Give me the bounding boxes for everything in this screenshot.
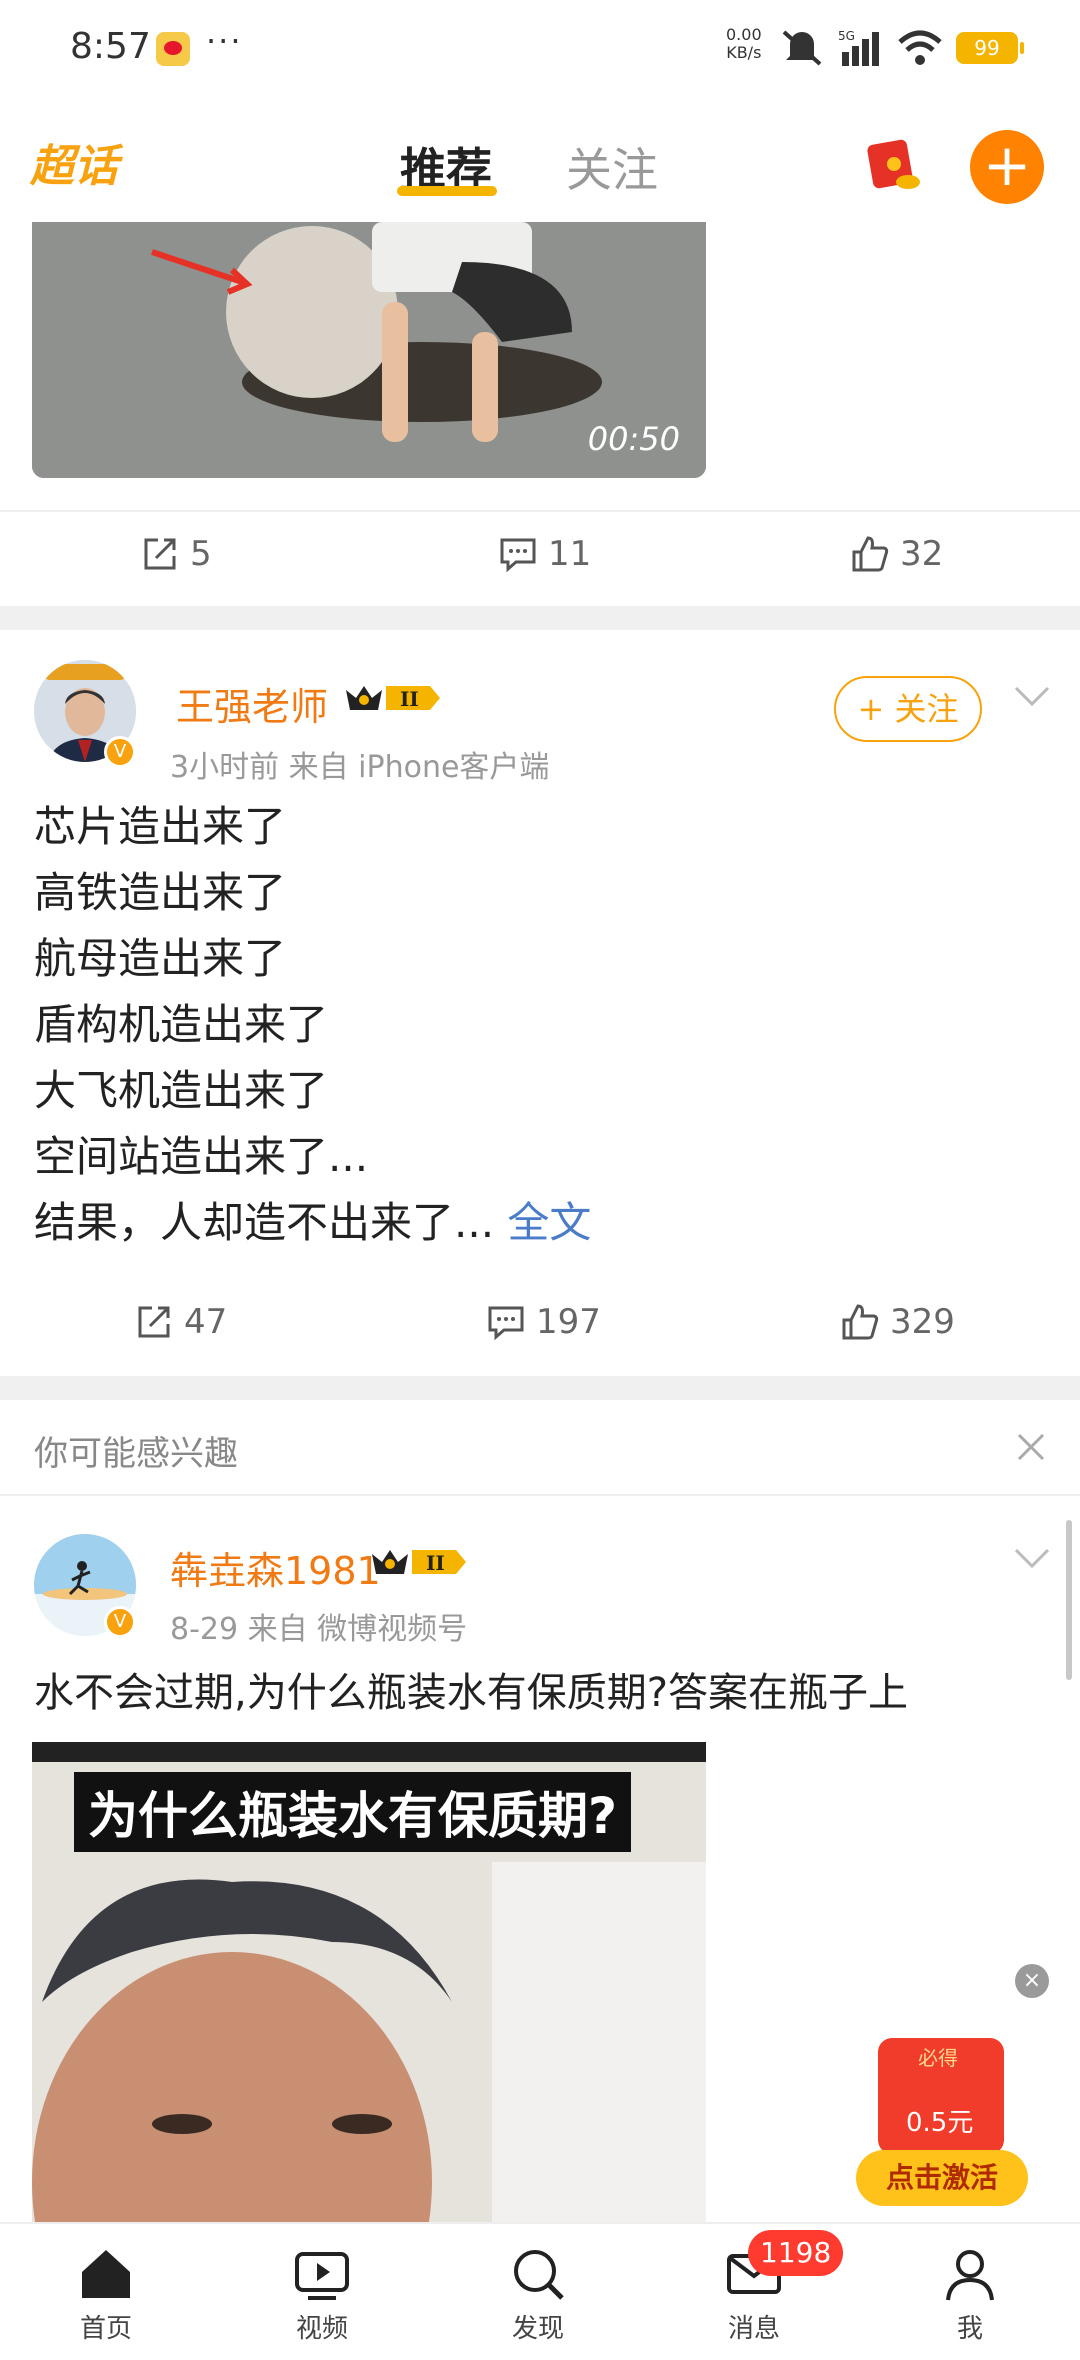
tab-follow[interactable]: 关注 [566, 134, 658, 200]
repost-count: 47 [184, 1302, 228, 1342]
like-button[interactable]: 32 [850, 534, 943, 574]
video-thumbnail-top[interactable]: 00:50 [32, 222, 706, 478]
comment-count: 11 [548, 534, 592, 574]
status-time: 8:57 [70, 26, 151, 67]
repost-button[interactable]: 47 [134, 1302, 227, 1342]
chevron-down-icon[interactable] [1014, 684, 1050, 708]
repost-button[interactable]: 5 [140, 534, 212, 574]
tab-home[interactable]: 首页 [46, 2244, 166, 2345]
battery-indicator: 99 [956, 32, 1024, 64]
follow-button[interactable]: + 关注 [834, 676, 982, 742]
home-icon [82, 2250, 130, 2298]
scrollbar[interactable] [1066, 1520, 1072, 1680]
member-crown-badge-icon[interactable]: II [342, 680, 442, 716]
feed-divider [0, 1376, 1080, 1400]
repost-icon [138, 1306, 170, 1338]
feed-divider [0, 606, 1080, 630]
verified-badge-icon: V [104, 736, 136, 768]
promo-amount: 0.5元 [906, 2108, 974, 2138]
like-button[interactable]: 329 [840, 1302, 955, 1342]
video-thumbnail[interactable]: 为什么瓶装水有保质期? [32, 1742, 706, 2224]
member-crown-badge-icon[interactable]: II [368, 1544, 468, 1580]
like-count: 329 [890, 1302, 955, 1342]
full-text-link[interactable]: 全文 [507, 1198, 591, 1247]
message-count-badge: 1198 [748, 2230, 844, 2276]
compose-add-button[interactable]: + [970, 130, 1044, 204]
divider [0, 1494, 1080, 1496]
network-speed: 0.00 KB/s [726, 25, 762, 62]
promo-activate-button[interactable]: 点击激活 [856, 2150, 1028, 2206]
comment-icon [488, 1306, 524, 1341]
repost-count: 5 [190, 534, 212, 574]
video-play-icon [295, 2252, 349, 2300]
weibo-notification-icon [156, 32, 190, 66]
tab-video[interactable]: 视频 [262, 2244, 382, 2345]
svg-text:II: II [426, 1551, 445, 1575]
user-name[interactable]: 王强老师 [176, 676, 328, 731]
user-name[interactable]: 犇垚森1981 [170, 1540, 381, 1595]
top-navigation: 超话 推荐 关注 + [0, 100, 1080, 222]
post-text: 芯片造出来了 高铁造出来了 航母造出来了 盾构机造出来了 大飞机造出来了 空间站… [34, 802, 592, 1247]
signal-icon: 5G [838, 29, 879, 66]
bottom-tab-bar: 首页 视频 发现 消息 我 [0, 2222, 1080, 2360]
post-actions-1: 47 197 329 [0, 1280, 1080, 1376]
svg-text:5G: 5G [838, 29, 855, 43]
promo-close-button[interactable]: × [1015, 1964, 1049, 1998]
repost-icon [144, 538, 176, 570]
like-count: 32 [900, 534, 944, 574]
search-icon [514, 2250, 564, 2300]
post-meta: 8-29 来自 微博视频号 [170, 1612, 468, 1647]
tab-me[interactable]: 我 [910, 2244, 1030, 2345]
verified-badge-icon: V [104, 1606, 136, 1638]
chevron-down-icon[interactable] [1014, 1546, 1050, 1570]
status-icons: 5G 99 [780, 28, 1024, 68]
video-duration: 00:50 [587, 420, 680, 458]
svg-text:II: II [400, 687, 419, 711]
promo-tag: 必得 [918, 2046, 958, 2070]
chaohua-button[interactable]: 超话 [30, 130, 118, 194]
tab-discover[interactable]: 发现 [478, 2244, 598, 2345]
like-icon [842, 1304, 879, 1340]
section-title: 你可能感兴趣 [34, 1434, 238, 1474]
red-packet-icon[interactable] [864, 138, 924, 192]
active-tab-indicator [397, 186, 497, 196]
post-text: 水不会过期,为什么瓶装水有保质期?答案在瓶子上 [34, 1670, 908, 1716]
post-actions-top: 5 11 32 [0, 510, 1080, 606]
status-bar: 8:57 ··· 0.00 KB/s 5G 99 [0, 0, 1080, 100]
profile-icon [946, 2250, 994, 2301]
post-meta: 3小时前 来自 iPhone客户端 [170, 750, 550, 785]
comment-button[interactable]: 197 [486, 1302, 601, 1342]
comment-count: 197 [536, 1302, 601, 1342]
mute-icon [782, 30, 822, 66]
like-icon [852, 536, 889, 572]
comment-button[interactable]: 11 [498, 534, 591, 574]
video-caption: 为什么瓶装水有保质期? [74, 1772, 632, 1852]
wifi-icon [898, 30, 942, 65]
more-notifications-icon: ··· [206, 22, 243, 60]
comment-icon [500, 538, 536, 573]
close-icon[interactable] [1016, 1432, 1046, 1462]
